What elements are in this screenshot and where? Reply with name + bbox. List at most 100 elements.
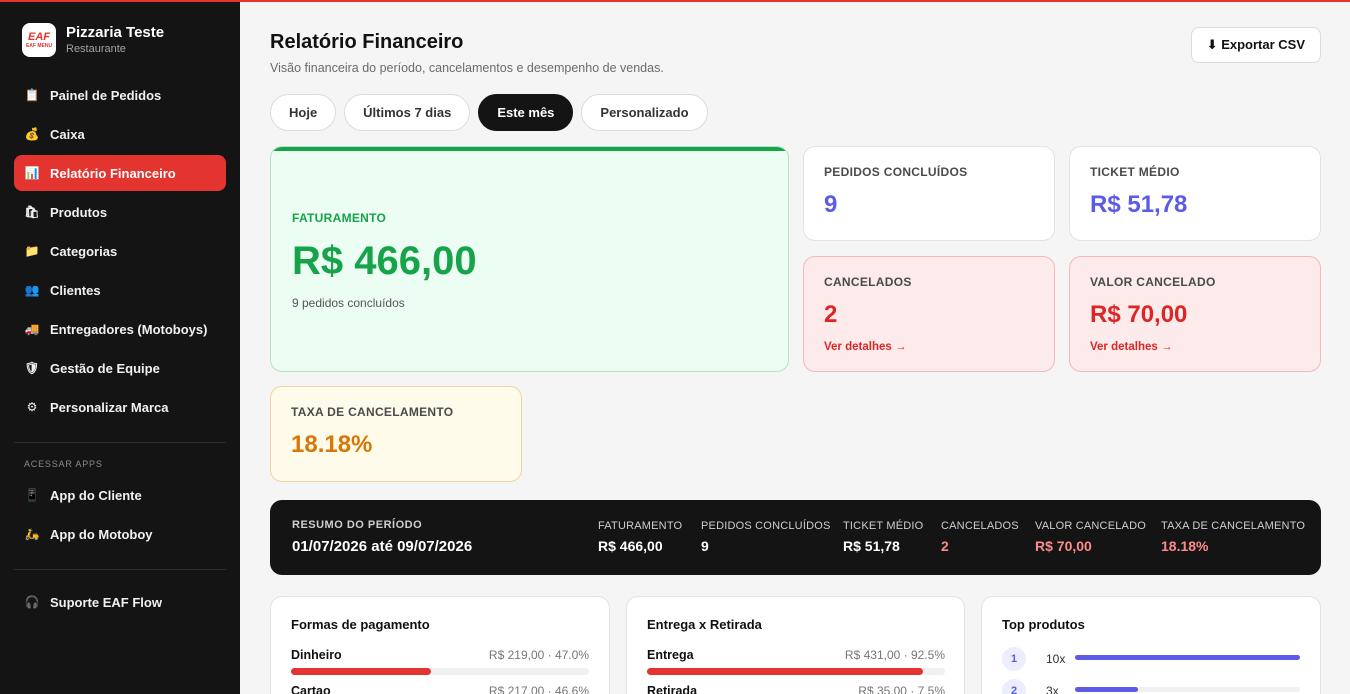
apps-section-label: ACESSAR APPS xyxy=(24,459,103,469)
card-label: PEDIDOS CONCLUÍDOS xyxy=(824,165,968,179)
sidebar-divider xyxy=(14,569,226,570)
row-label: Dinheiro xyxy=(291,648,342,662)
progress-track xyxy=(647,668,945,675)
support-nav: 🎧 Suporte EAF Flow xyxy=(14,584,226,623)
card-valor-cancelado: VALOR CANCELADO R$ 70,00 Ver detalhes → xyxy=(1069,256,1321,372)
summary-metric-value: 9 xyxy=(701,538,709,554)
product-rank-badge: 2 xyxy=(1002,679,1026,694)
scooter-icon: 🛵 xyxy=(24,527,40,541)
brand-subtitle: Restaurante xyxy=(66,43,126,55)
sidebar-item-personalizar-marca[interactable]: ⚙ Personalizar Marca xyxy=(14,389,226,425)
sidebar-item-label: Relatório Financeiro xyxy=(50,165,176,181)
brand[interactable]: EAF EAF MENU Pizzaria Teste Restaurante xyxy=(22,23,164,57)
ver-detalhes-cancelados-link[interactable]: Ver detalhes → xyxy=(824,341,906,353)
sidebar-divider xyxy=(14,442,226,443)
progress-fill xyxy=(647,668,923,675)
chart-icon: 📊 xyxy=(24,166,40,180)
card-value: 9 xyxy=(824,191,838,218)
card-label: TAXA DE CANCELAMENTO xyxy=(291,405,454,419)
sidebar-item-label: Personalizar Marca xyxy=(50,399,169,415)
card-value: R$ 51,78 xyxy=(1090,191,1188,218)
row-label: Cartao xyxy=(291,684,331,694)
summary-metric-value: R$ 70,00 xyxy=(1035,538,1092,554)
ver-detalhes-valor-link[interactable]: Ver detalhes → xyxy=(1090,341,1172,353)
summary-metric-valor-cancelado: VALOR CANCELADO R$ 70,00 xyxy=(1035,520,1146,554)
tab-este-mes[interactable]: Este mês xyxy=(478,94,574,131)
card-label: CANCELADOS xyxy=(824,275,912,289)
card-taxa-cancelamento: TAXA DE CANCELAMENTO 18.18% xyxy=(270,386,522,482)
sidebar-item-caixa[interactable]: 💰 Caixa xyxy=(14,116,226,152)
sidebar-item-label: Suporte EAF Flow xyxy=(50,594,162,610)
summary-metric-value: 2 xyxy=(941,538,949,554)
sidebar-item-relatorio-financeiro[interactable]: 📊 Relatório Financeiro xyxy=(14,155,226,191)
row-label: Entrega xyxy=(647,648,694,662)
summary-metric-pedidos-concluidos: PEDIDOS CONCLUÍDOS 9 xyxy=(701,520,831,554)
summary-date-range: 01/07/2026 até 09/07/2026 xyxy=(292,538,473,555)
summary-metric-label: TAXA DE CANCELAMENTO xyxy=(1161,520,1306,532)
summary-metric-taxa-de-cancelamento: TAXA DE CANCELAMENTO 18.18% xyxy=(1161,520,1305,554)
progress-fill xyxy=(291,668,432,675)
tab-hoje[interactable]: Hoje xyxy=(270,94,337,131)
sidebar-item-gestao-de-equipe[interactable]: 🛡 Gestão de Equipe xyxy=(14,350,226,386)
panel-title: Entrega x Retirada xyxy=(647,617,762,632)
card-subtext: 9 pedidos concluídos xyxy=(292,296,405,310)
top-products-panel: Top produtos 1 10x 2 3x xyxy=(981,596,1321,694)
sidebar-item-entregadores-motoboys[interactable]: 🚚 Entregadores (Motoboys) xyxy=(14,311,226,347)
summary-metric-cancelados: CANCELADOS 2 xyxy=(941,520,1019,554)
summary-metric-value: 18.18% xyxy=(1161,538,1209,554)
phone-icon: 📱 xyxy=(24,488,40,502)
product-rank-badge: 1 xyxy=(1002,647,1026,671)
sidebar-item-categorias[interactable]: 📁 Categorias xyxy=(14,233,226,269)
sidebar-item-label: Clientes xyxy=(50,282,101,298)
sidebar-item-produtos[interactable]: 🛍 Produtos xyxy=(14,194,226,230)
sidebar-item-label: App do Cliente xyxy=(50,487,142,503)
sidebar-item-app-do-motoboy[interactable]: 🛵 App do Motoboy xyxy=(14,516,226,552)
product-bar-fill xyxy=(1075,687,1138,692)
shopping-bag-icon: 🛍 xyxy=(24,205,40,219)
period-summary: RESUMO DO PERÍODO 01/07/2026 até 09/07/2… xyxy=(270,500,1321,575)
sidebar-item-label: Categorias xyxy=(50,243,118,259)
summary-metric-label: FATURAMENTO xyxy=(598,520,683,532)
card-label: VALOR CANCELADO xyxy=(1090,275,1216,289)
row-value: R$ 217,00 · 46.6% xyxy=(488,684,589,694)
page-title: Relatório Financeiro xyxy=(270,31,464,53)
summary-metric-label: VALOR CANCELADO xyxy=(1035,520,1146,532)
truck-icon: 🚚 xyxy=(24,322,40,336)
export-csv-button[interactable]: ⬇ Exportar CSV xyxy=(1190,27,1321,63)
sidebar-item-label: Produtos xyxy=(50,204,108,220)
row-label: Retirada xyxy=(647,684,698,694)
sidebar-item-label: App do Motoboy xyxy=(50,526,153,542)
apps-nav: 📱 App do Cliente 🛵 App do Motoboy xyxy=(14,477,226,555)
summary-metric-label: TICKET MÉDIO xyxy=(843,520,924,532)
panel-title: Formas de pagamento xyxy=(291,617,430,632)
brand-name: Pizzaria Teste xyxy=(66,24,165,41)
sidebar-item-label: Gestão de Equipe xyxy=(50,360,160,376)
card-value: 18.18% xyxy=(291,431,373,458)
sidebar-item-painel-de-pedidos[interactable]: 📋 Painel de Pedidos xyxy=(14,77,226,113)
product-bar-track xyxy=(1075,687,1300,692)
top-product-row: 1 10x xyxy=(1002,647,1300,671)
product-quantity: 3x xyxy=(1046,684,1059,694)
gear-icon: ⚙ xyxy=(26,400,38,414)
card-accent-bar xyxy=(271,147,788,151)
row-value: R$ 219,00 · 47.0% xyxy=(488,648,589,662)
sidebar-item-label: Caixa xyxy=(50,126,85,142)
product-bar-track xyxy=(1075,655,1300,660)
top-product-row: 2 3x xyxy=(1002,679,1300,694)
summary-metric-faturamento: FATURAMENTO R$ 466,00 xyxy=(598,520,682,554)
summary-metric-value: R$ 51,78 xyxy=(843,538,900,554)
sidebar-nav: 📋 Painel de Pedidos 💰 Caixa 📊 Relatório Finan… xyxy=(14,77,226,428)
sidebar-item-clientes[interactable]: 👥 Clientes xyxy=(14,272,226,308)
payment-methods-panel: Formas de pagamento Dinheiro R$ 219,00 · … xyxy=(270,596,610,694)
sidebar-item-app-do-cliente[interactable]: 📱 App do Cliente xyxy=(14,477,226,513)
summary-label: RESUMO DO PERÍODO xyxy=(292,519,423,531)
delivery-pickup-panel: Entrega x Retirada Entrega R$ 431,00 · 92… xyxy=(626,596,965,694)
money-bag-icon: 💰 xyxy=(24,127,40,141)
folder-icon: 📁 xyxy=(24,244,40,258)
brand-logo: EAF EAF MENU xyxy=(22,23,56,57)
tab-personalizado[interactable]: Personalizado xyxy=(581,94,708,131)
sidebar-item-support[interactable]: 🎧 Suporte EAF Flow xyxy=(14,584,226,620)
card-label: TICKET MÉDIO xyxy=(1090,165,1180,179)
tab-ultimos-7-dias[interactable]: Últimos 7 dias xyxy=(344,94,471,131)
card-value: R$ 70,00 xyxy=(1090,301,1188,328)
